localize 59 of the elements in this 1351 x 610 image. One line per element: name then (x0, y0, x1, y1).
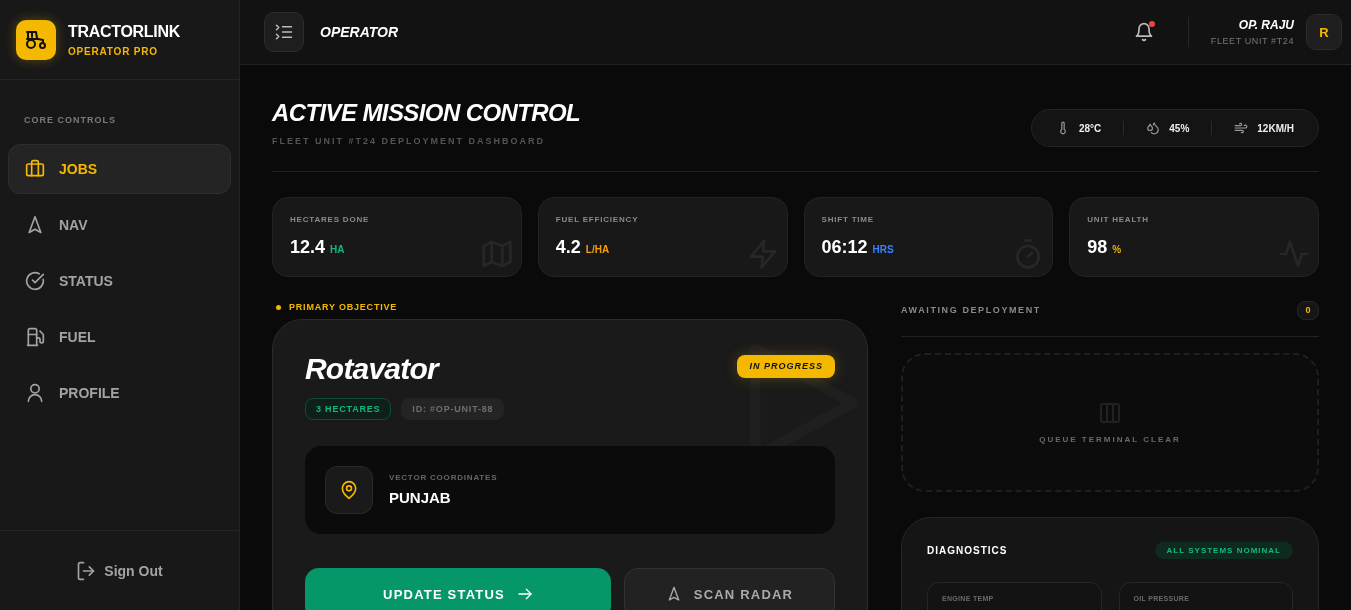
mission-name: Rotavator (305, 353, 438, 385)
update-status-button[interactable]: UPDATE STATUS (305, 568, 611, 610)
stat-unit: HRS (872, 244, 894, 255)
scan-radar-button[interactable]: SCAN RADAR (624, 568, 835, 610)
wind-icon (1234, 121, 1249, 135)
stat-value: 06:12 (821, 236, 868, 258)
droplets-icon (1146, 121, 1161, 135)
menu-icon (275, 23, 293, 41)
log-out-icon (76, 560, 97, 581)
stat-label: HECTARES DONE (290, 214, 371, 225)
tractor-icon (16, 19, 56, 60)
queue-title: AWAITING DEPLOYMENT (901, 305, 1041, 315)
location-value: PUNJAB (389, 489, 452, 507)
sidebar-item[interactable]: STATUS (8, 256, 231, 306)
user-unit: FLEET UNIT #T24 (1210, 34, 1294, 47)
status-dot-icon (276, 304, 281, 310)
status-badge: ALL SYSTEMS NOMINAL (1154, 541, 1293, 559)
weather-value: 28°C (1078, 122, 1102, 134)
user-avatar[interactable]: R (1306, 14, 1342, 50)
brand-name: TRACTORLINK (68, 21, 180, 42)
id-tag: ID: #OP-UNIT-88 (401, 398, 505, 420)
stat-unit: L/HA (585, 244, 610, 255)
stat-unit: % (1112, 244, 1122, 255)
sign-out-button[interactable]: Sign Out (72, 556, 167, 585)
stat-unit: HA (330, 244, 345, 255)
count-badge: 0 (1297, 300, 1319, 320)
sidebar-item[interactable]: JOBS (8, 144, 231, 194)
stat-label: FUEL EFFICIENCY (555, 214, 640, 225)
location-label: VECTOR COORDINATES (389, 473, 498, 483)
bell-icon[interactable] (1133, 22, 1154, 42)
weather-value: 45% (1169, 122, 1190, 134)
stat-value: 4.2 (555, 236, 581, 258)
stat-value: 12.4 (290, 236, 326, 258)
empty-message: QUEUE TERMINAL CLEAR (1039, 435, 1181, 444)
user-name: OP. RAJU (1237, 17, 1294, 33)
check-circle-icon (25, 271, 45, 291)
stat-value: 98 (1087, 236, 1108, 258)
page-subtitle: FLEET UNIT #T24 DEPLOYMENT DASHBOARD (272, 135, 546, 147)
stat-label: SHIFT TIME (821, 214, 875, 225)
diagnostics-title: DIAGNOSTICS (927, 544, 1008, 556)
sidebar-item[interactable]: NAV (8, 200, 231, 250)
arrow-right-icon (516, 586, 533, 602)
weather-value: 12KM/H (1257, 122, 1294, 134)
status-badge: IN PROGRESS (737, 355, 835, 378)
sidebar-item[interactable]: PROFILE (8, 368, 231, 418)
menu-button[interactable] (264, 12, 304, 52)
stat-label: UNIT HEALTH (1087, 214, 1150, 225)
section-label: CORE CONTROLS (23, 114, 117, 126)
fuel-pump-icon (25, 327, 45, 347)
sidebar-item[interactable]: FUEL (8, 312, 231, 362)
page-title: ACTIVE MISSION CONTROL (272, 99, 581, 127)
section-label: PRIMARY OBJECTIVE (289, 301, 398, 313)
user-icon (25, 383, 45, 403)
header-title: OPERATOR (320, 24, 399, 40)
map-pin-icon (325, 466, 373, 514)
brand-tagline: OPERATOR PRO (68, 45, 159, 58)
navigation-arrow-icon (25, 215, 45, 235)
briefcase-icon (25, 159, 45, 179)
area-tag: 3 HECTARES (305, 398, 392, 420)
